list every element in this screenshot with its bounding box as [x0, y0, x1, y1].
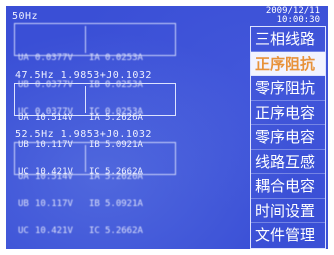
- measurement-block-1: UA 0.0377V IA 0.0253A UB 0.0377V IB 0.02…: [14, 23, 176, 117]
- menu-item-positive-sequence-impedance[interactable]: 正序阻抗: [251, 51, 325, 76]
- block-divider: [85, 145, 86, 172]
- block-divider: [85, 26, 86, 53]
- voltage-value: 10.421V: [35, 226, 73, 236]
- table-row: UA 10.514V IA 5.2626A: [15, 173, 175, 182]
- function-menu: 三相线路 正序阻抗 零序阻抗 正序电容 零序电容 线路互感 耦合电容 时间设置 …: [250, 26, 326, 249]
- voltage-value: 10.514V: [35, 113, 73, 123]
- frequency-line-2: 47.5Hz 1.9853+J0.1032: [15, 70, 152, 81]
- voltage-value: 10.117V: [35, 199, 73, 209]
- block-divider: [85, 86, 86, 113]
- voltage-value: 0.0377V: [35, 53, 73, 63]
- measurement-block-2: UA 10.514V IA 5.2626A UB 10.117V IB 5.09…: [14, 83, 176, 177]
- current-value: 5.0921A: [105, 199, 143, 209]
- current-value: 5.2626A: [105, 113, 143, 123]
- menu-item-zero-sequence-impedance[interactable]: 零序阻抗: [251, 76, 325, 101]
- table-row: UA 0.0377V IA 0.0253A: [15, 54, 175, 63]
- frequency-line-1: 50Hz: [12, 11, 39, 22]
- measurement-block-3: UA 10.514V IA 5.2626A UB 10.117V IB 5.09…: [14, 142, 176, 236]
- lcd-screen: 2009/12/11 10:00:30 50Hz UA 0.0377V IA 0…: [6, 6, 328, 249]
- menu-item-line-mutual-inductance[interactable]: 线路互感: [251, 150, 325, 174]
- menu-item-coupling-capacitance[interactable]: 耦合电容: [251, 174, 325, 199]
- current-value: 0.0253A: [105, 53, 143, 63]
- voltage-label: UA: [18, 172, 29, 182]
- menu-item-file-management[interactable]: 文件管理: [251, 223, 325, 248]
- voltage-label: UB: [18, 199, 29, 209]
- current-label: IA: [89, 113, 100, 123]
- menu-item-positive-sequence-capacitance[interactable]: 正序电容: [251, 101, 325, 125]
- current-label: IC: [89, 226, 100, 236]
- voltage-value: 10.514V: [35, 172, 73, 182]
- voltage-label: UC: [18, 226, 29, 236]
- current-label: IA: [89, 172, 100, 182]
- time-text: 10:00:30: [276, 15, 320, 25]
- menu-item-three-phase-line[interactable]: 三相线路: [251, 27, 325, 52]
- table-row: UA 10.514V IA 5.2626A: [15, 114, 175, 123]
- voltage-label: UA: [18, 53, 29, 63]
- datetime-display: 2009/12/11 10:00:30: [266, 7, 320, 25]
- current-value: 5.2662A: [105, 226, 143, 236]
- table-row: UC 10.421V IC 5.2662A: [15, 227, 175, 236]
- current-label: IA: [89, 53, 100, 63]
- voltage-label: UA: [18, 113, 29, 123]
- table-row: UB 10.117V IB 5.0921A: [15, 200, 175, 209]
- frequency-line-3: 52.5Hz 1.9853+J0.1032: [15, 129, 152, 140]
- current-label: IB: [89, 199, 100, 209]
- menu-item-zero-sequence-capacitance[interactable]: 零序电容: [251, 125, 325, 150]
- menu-item-time-settings[interactable]: 时间设置: [251, 199, 325, 223]
- current-value: 5.2626A: [105, 172, 143, 182]
